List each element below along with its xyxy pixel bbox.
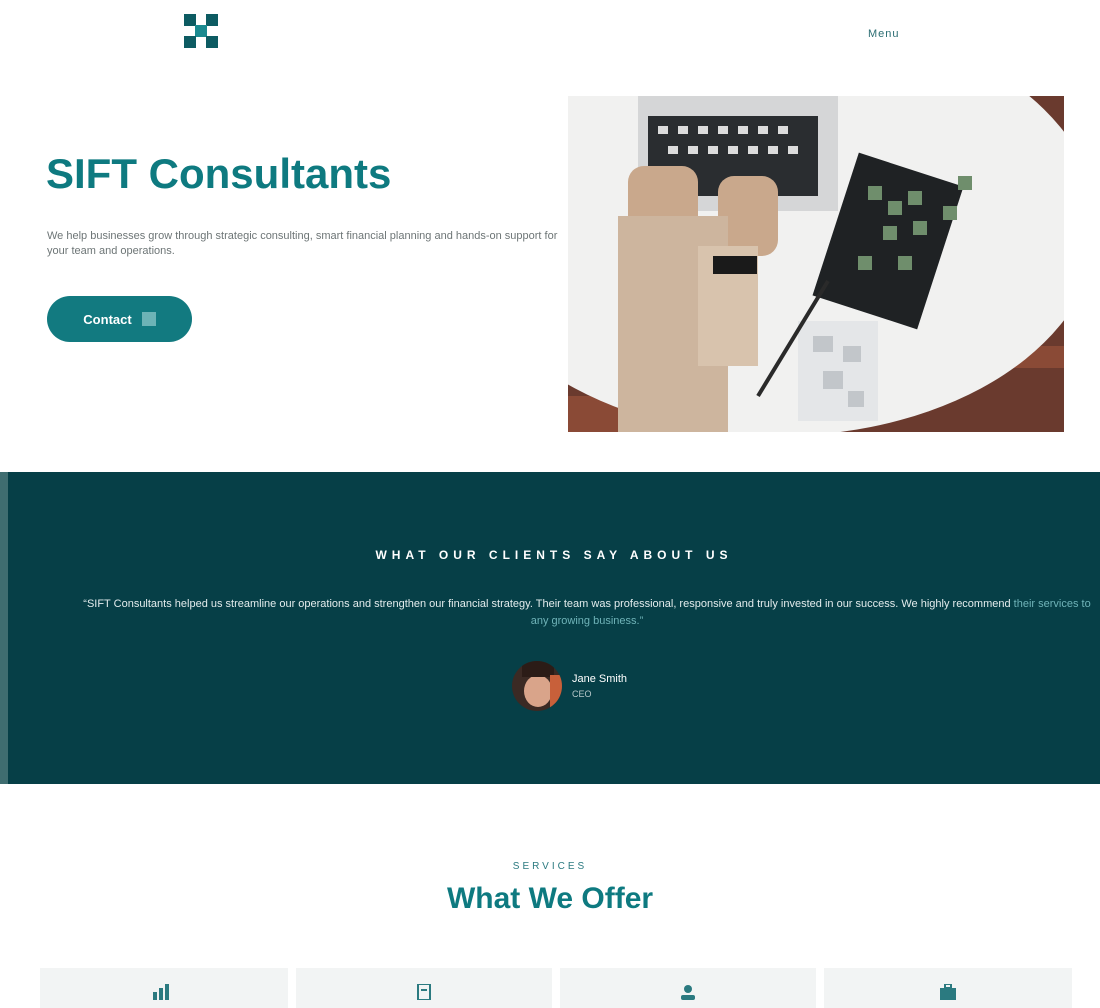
author-portrait-image — [512, 661, 562, 711]
author-role: CEO — [572, 689, 592, 699]
document-icon — [417, 984, 431, 1000]
logo[interactable] — [184, 14, 218, 48]
author-name: Jane Smith — [572, 673, 628, 685]
site-header: Menu — [0, 0, 1100, 70]
testimonial-quote-main: “SIFT Consultants helped us streamline o… — [83, 598, 1011, 610]
service-card[interactable] — [824, 968, 1072, 1008]
hero-title: SIFT Consultants — [46, 150, 392, 197]
people-icon — [681, 985, 695, 1000]
desk-workspace-image — [568, 96, 1064, 432]
service-card[interactable] — [296, 968, 552, 1008]
section-eyebrow: SERVICES — [512, 861, 588, 872]
service-cards — [40, 968, 1072, 1008]
service-card[interactable] — [40, 968, 288, 1008]
testimonial-heading: What our clients say about us — [375, 548, 733, 562]
section-title: What We Offer — [446, 882, 654, 915]
contact-button[interactable]: Contact — [47, 296, 192, 342]
hero-photo — [568, 96, 1064, 432]
chart-icon — [153, 984, 169, 1000]
testimonial-section: What our clients say about us “SIFT Cons… — [0, 472, 1100, 784]
arrow-right-icon — [141, 312, 156, 326]
briefcase-icon — [940, 984, 956, 1000]
contact-button-label: Contact — [83, 311, 132, 327]
logo-mark-icon — [184, 14, 218, 48]
service-card[interactable] — [560, 968, 816, 1008]
author-meta: Jane Smith CEO — [572, 673, 627, 699]
hero-description: We help businesses grow through strategi… — [47, 230, 558, 257]
testimonial-author: Jane Smith CEO — [512, 660, 627, 712]
avatar — [512, 661, 562, 711]
nav-link[interactable]: Menu — [868, 28, 900, 40]
testimonial-quote: “SIFT Consultants helped us streamline o… — [74, 596, 1100, 630]
